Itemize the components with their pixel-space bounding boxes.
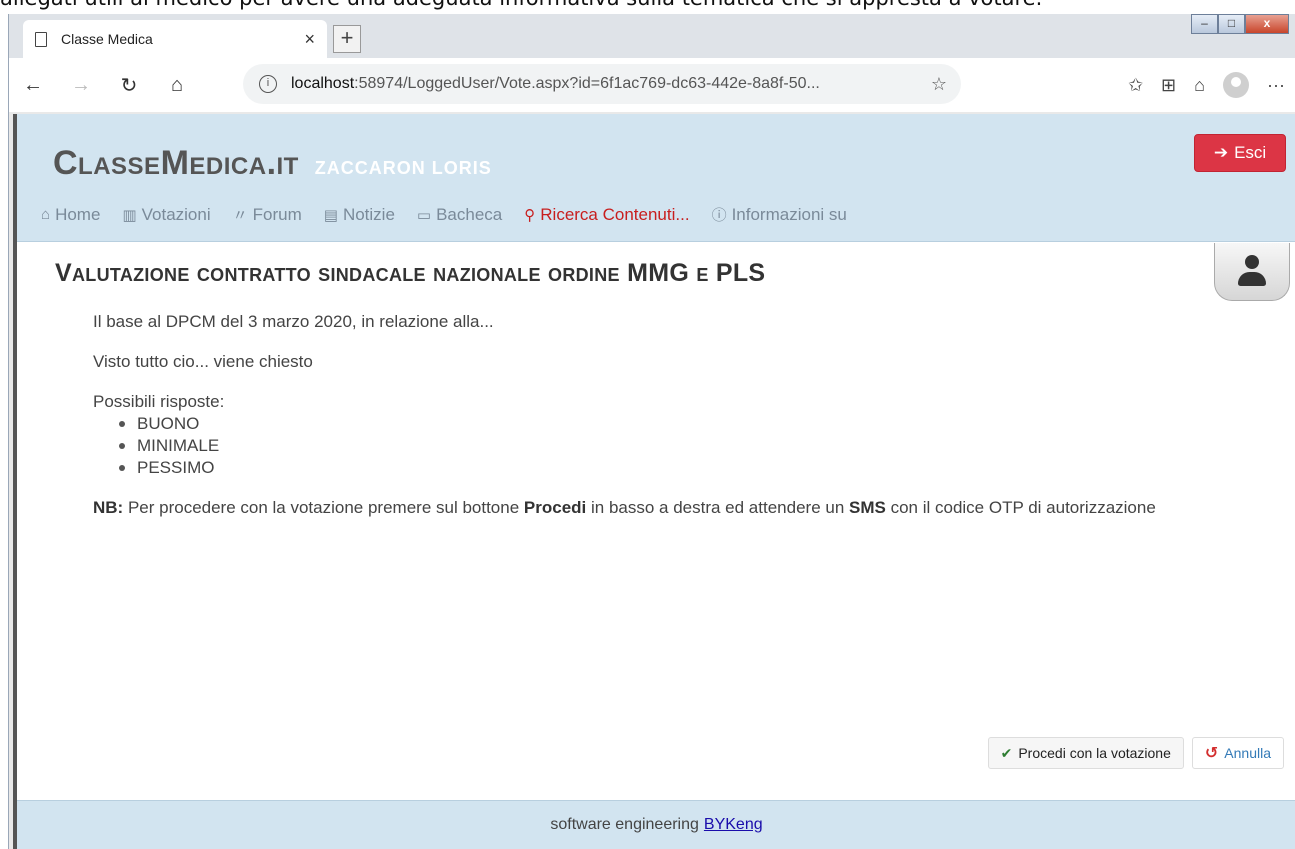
nav-label: Votazioni [141,204,211,224]
site-brand[interactable]: ClasseMedica.it ZACCARON LORIS [53,144,492,183]
nav-item-notizie[interactable]: ▤ Notizie [324,204,395,225]
logout-label: Esci [1234,143,1267,162]
proceed-label: Procedi con la votazione [1018,745,1171,761]
nav-item-votazioni[interactable]: ▥ Votazioni [122,204,210,225]
nav-label: Home [55,204,101,224]
browser-window: Classe Medica × + – □ x ← → ↻ ⌂ i localh… [8,14,1295,849]
nav-item-home[interactable]: ⌂ Home [41,204,100,225]
nav-label: Bacheca [436,204,503,224]
info-icon: ⓘ [711,207,727,224]
vote-actions: ✔ Procedi con la votazione ↺ Annulla [987,737,1284,769]
list-item: PESSIMO [119,457,1213,479]
answers-label: Possibili risposte: [93,392,225,411]
note-text: con il codice OTP di autorizzazione [885,498,1156,517]
vote-question: Visto tutto cio... viene chiesto [93,352,313,371]
footer-text: software engineering [550,816,699,833]
nav-item-forum[interactable]: 〃 Forum [233,204,302,225]
site-footer: software engineering BYKeng [17,800,1295,849]
new-tab-button[interactable]: + [333,25,361,53]
close-window-button[interactable]: x [1245,14,1289,34]
check-icon: ✔ [1000,744,1013,761]
note-bold: SMS [849,498,886,517]
refresh-icon[interactable]: ↻ [105,73,153,98]
collections-icon[interactable]: ⊞ [1161,75,1176,96]
nav-item-ricerca[interactable]: ⚲ Ricerca Contenuti... [524,204,689,225]
page-icon [35,31,47,47]
vote-content: Valutazione contratto sindacale nazional… [17,243,1295,799]
nav-item-bacheca[interactable]: ▭ Bacheca [417,204,502,225]
nav-label: Informazioni su [731,204,847,224]
board-icon: ▭ [416,206,432,224]
cancel-button[interactable]: ↺ Annulla [1191,737,1284,769]
nav-item-informazioni[interactable]: ⓘ Informazioni su [712,204,847,225]
toolbar-right: ✩ ⊞ ⌂ ··· [1128,58,1285,112]
vote-note: NB: Per procedere con la votazione preme… [93,497,1213,519]
more-menu-icon[interactable]: ··· [1267,75,1285,96]
tab-title: Classe Medica [61,31,153,47]
footer-link[interactable]: BYKeng [704,816,763,834]
news-icon: ▤ [323,206,338,224]
minimize-button[interactable]: – [1191,14,1218,34]
user-profile-button[interactable] [1214,243,1290,301]
brand-name: ClasseMedica.it [53,144,299,182]
url-host: localhost [291,75,355,92]
cancel-label: Annulla [1224,745,1271,761]
tab-close-icon[interactable]: × [304,29,315,50]
ballot-icon: ▥ [122,206,137,224]
logout-icon: ➔ [1213,143,1229,162]
home-icon: ⌂ [41,206,51,223]
browser-toolbar: ← → ↻ ⌂ i localhost :58974/LoggedUser/Vo… [9,58,1295,112]
page-title: Valutazione contratto sindacale nazional… [55,259,766,287]
note-text: Per procedere con la votazione premere s… [123,498,524,517]
logged-user-name: ZACCARON LORIS [314,158,492,178]
nav-label: Notizie [342,204,395,224]
url-path: :58974/LoggedUser/Vote.aspx?id=6f1ac769-… [354,75,820,92]
vote-intro: Il base al DPCM del 3 marzo 2020, in rel… [93,312,494,331]
forward-icon[interactable]: → [57,74,105,97]
undo-icon: ↺ [1204,745,1219,762]
note-bold: Procedi [523,498,587,517]
tab-strip: Classe Medica × + [9,14,1295,64]
profile-avatar-icon[interactable] [1223,72,1250,98]
nav-label: Forum [252,204,302,224]
window-controls: – □ x [1191,14,1289,34]
vote-description: Il base al DPCM del 3 marzo 2020, in rel… [93,311,1213,537]
favorite-star-icon[interactable]: ☆ [931,74,947,95]
back-icon[interactable]: ← [9,74,57,97]
logout-button[interactable]: ➔ Esci [1194,134,1286,172]
list-item: BUONO [119,413,1213,435]
search-icon: ⚲ [524,206,536,224]
answers-list: BUONO MINIMALE PESSIMO [119,413,1213,479]
favorites-icon[interactable]: ✩ [1128,75,1143,96]
address-bar[interactable]: i localhost :58974/LoggedUser/Vote.aspx?… [243,64,961,104]
note-prefix: NB: [93,498,124,517]
page-viewport: ClasseMedica.it ZACCARON LORIS ➔ Esci ⌂ … [13,114,1295,849]
list-item: MINIMALE [119,435,1213,457]
proceed-vote-button[interactable]: ✔ Procedi con la votazione [987,737,1184,769]
site-header: ClasseMedica.it ZACCARON LORIS ➔ Esci ⌂ … [17,114,1295,242]
note-text: in basso a destra ed attendere un [586,498,850,517]
browser-tab[interactable]: Classe Medica × [23,20,327,58]
main-nav: ⌂ Home ▥ Votazioni 〃 Forum ▤ Notizie ▭ B… [41,204,847,225]
nav-label: Ricerca Contenuti... [540,204,690,224]
home-page-icon[interactable]: ⌂ [153,74,201,97]
user-icon [1237,254,1267,289]
maximize-button[interactable]: □ [1218,14,1245,34]
site-info-icon[interactable]: i [259,75,277,93]
forum-icon: 〃 [232,207,248,224]
share-icon[interactable]: ⌂ [1194,75,1205,96]
